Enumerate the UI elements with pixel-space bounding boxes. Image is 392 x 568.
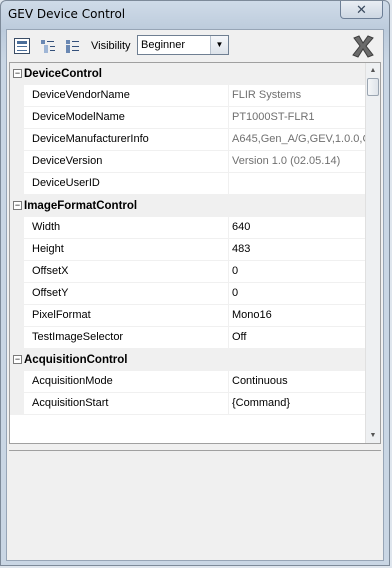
visibility-select[interactable]: Beginner ▼ [137,35,229,55]
row-gutter [10,173,24,195]
property-row[interactable]: DeviceModelName PT1000ST-FLR1 [10,107,367,129]
property-value[interactable]: 0 [232,261,365,282]
visibility-value: Beginner [141,39,186,51]
property-name: DeviceManufacturerInfo [32,129,229,150]
property-grid: − DeviceControl DeviceVendorName FLIR Syste… [9,62,381,444]
scroll-thumb[interactable] [367,78,379,96]
property-value[interactable]: 640 [232,217,365,238]
property-value: A645,Gen_A/G,GEV,1.0.0,GI [232,133,365,145]
property-value[interactable]: 483 [232,239,365,260]
row-gutter [10,85,24,107]
close-x-icon[interactable] [351,34,375,58]
title-bar[interactable]: GEV Device Control ✕ [1,1,389,29]
property-row[interactable]: PixelFormat Mono16 [10,305,367,327]
row-gutter [10,371,24,393]
property-name: Width [32,217,229,238]
row-gutter [10,283,24,305]
grid-scrollbar[interactable]: ▲ ▼ [365,63,380,443]
row-gutter [10,129,24,151]
property-name: PixelFormat [32,305,229,326]
row-gutter [10,151,24,173]
property-value[interactable] [232,173,365,194]
toolbar: Visibility Beginner ▼ [7,30,383,62]
property-row[interactable]: AcquisitionStart {Command} [10,393,367,415]
property-row[interactable]: Height 483 [10,239,367,261]
client-area: Visibility Beginner ▼ − DeviceControl Devi… [6,29,384,561]
gev-device-control-window: GEV Device Control ✕ Visibility Beginner… [0,0,390,566]
property-row[interactable]: OffsetX 0 [10,261,367,283]
row-gutter [10,217,24,239]
row-gutter [10,327,24,349]
row-gutter [10,107,24,129]
property-name: DeviceVersion [32,151,229,172]
description-panel [9,450,381,559]
property-row[interactable]: DeviceVendorName FLIR Systems [10,85,367,107]
category-label: DeviceControl [24,68,102,80]
property-row[interactable]: OffsetY 0 [10,283,367,305]
property-row[interactable]: DeviceManufacturerInfo A645,Gen_A/G,GEV,1… [10,129,367,151]
property-value: FLIR Systems [232,89,302,101]
row-gutter [10,305,24,327]
close-icon: ✕ [356,1,367,17]
scroll-down-icon[interactable]: ▼ [366,428,380,443]
chevron-down-icon: ▼ [210,36,228,54]
property-name: DeviceVendorName [32,85,229,106]
category-devicecontrol[interactable]: − DeviceControl [10,63,367,85]
property-name: DeviceUserID [32,173,229,194]
collapse-toggle-icon[interactable]: − [13,69,22,78]
window-title: GEV Device Control [8,7,126,21]
property-value[interactable]: Mono16 [232,305,365,326]
row-gutter [10,393,24,415]
property-value[interactable]: 0 [232,283,365,304]
collapse-toggle-icon[interactable]: − [13,201,22,210]
property-row[interactable]: AcquisitionMode Continuous [10,371,367,393]
row-gutter [10,239,24,261]
categorized-view-icon[interactable] [14,38,30,54]
category-label: ImageFormatControl [24,200,138,212]
row-gutter [10,261,24,283]
property-rows: − DeviceControl DeviceVendorName FLIR Syste… [10,63,367,415]
property-name: AcquisitionMode [32,371,229,392]
expand-all-icon[interactable] [40,38,56,54]
property-value[interactable]: Continuous [232,371,365,392]
property-value: Version 1.0 (02.05.14) [232,155,341,167]
scroll-up-icon[interactable]: ▲ [366,63,380,78]
property-name: TestImageSelector [32,327,229,348]
property-name: AcquisitionStart [32,393,229,414]
property-value[interactable]: Off [232,327,365,348]
property-row[interactable]: DeviceVersion Version 1.0 (02.05.14) [10,151,367,173]
property-name: Height [32,239,229,260]
property-row[interactable]: Width 640 [10,217,367,239]
visibility-label: Visibility [91,40,131,52]
property-row[interactable]: TestImageSelector Off [10,327,367,349]
category-imageformatcontrol[interactable]: − ImageFormatControl [10,195,367,217]
property-value: PT1000ST-FLR1 [232,111,315,123]
property-name: OffsetY [32,283,229,304]
property-name: OffsetX [32,261,229,282]
category-label: AcquisitionControl [24,354,128,366]
property-name: DeviceModelName [32,107,229,128]
collapse-all-icon[interactable] [65,38,81,54]
collapse-toggle-icon[interactable]: − [13,355,22,364]
category-acquisitioncontrol[interactable]: − AcquisitionControl [10,349,367,371]
property-value[interactable]: {Command} [232,393,365,414]
window-close-button[interactable]: ✕ [340,1,383,19]
property-row[interactable]: DeviceUserID [10,173,367,195]
